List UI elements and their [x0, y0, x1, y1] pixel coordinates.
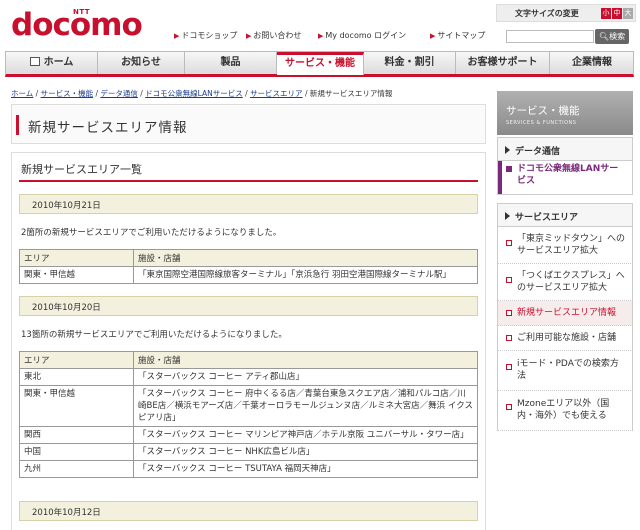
site-header: NTT docomo 文字サイズの変更 小 中 大 ▶ ドコモショップ ▶ お問い合…	[0, 0, 640, 50]
triangle-icon	[505, 146, 510, 154]
arrow-icon: ▶	[318, 32, 324, 40]
title-accent-bar	[16, 115, 19, 135]
table-row: 関東・甲信越 「スターバックス コーヒー 府中くるる店／青葉台東急スクエア店／浦…	[19, 385, 478, 427]
col-facility: 施設・店舗	[133, 249, 478, 267]
col-area: エリア	[19, 249, 134, 267]
sidebar-item-new-area[interactable]: 新規サービスエリア情報	[497, 301, 633, 326]
col-facility: 施設・店舗	[133, 351, 478, 369]
sidebar-item-imode-search[interactable]: iモード・PDAでの検索方法	[497, 351, 633, 391]
section-title: 新規サービスエリア一覧	[21, 163, 142, 176]
docomo-logo[interactable]: NTT docomo	[11, 8, 143, 42]
breadcrumb-area[interactable]: サービスエリア	[250, 89, 303, 98]
facility-cell: 「スターバックス コーヒー アティ郡山店」	[133, 368, 478, 386]
sidebar-subtitle: SERVICES & FUNCTIONS	[506, 120, 577, 126]
global-nav: ホーム お知らせ 製品 サービス・機能 料金・割引 お客様サポート 企業情報	[5, 51, 634, 77]
square-bullet-icon	[506, 310, 512, 316]
nav-pricing[interactable]: 料金・割引	[364, 52, 456, 74]
facility-cell: 「東京国際空港国際線旅客ターミナル」「京浜急行 羽田空港国際線ターミナル駅」	[133, 266, 478, 284]
date-heading: 2010年10月20日	[19, 296, 478, 316]
search-input[interactable]	[506, 30, 594, 43]
nav-corporate[interactable]: 企業情報	[550, 52, 634, 74]
area-cell: 関東・甲信越	[19, 266, 134, 284]
nav-services[interactable]: サービス・機能	[277, 52, 364, 75]
font-size-large-button[interactable]: 大	[623, 8, 633, 19]
link-docomo-shop[interactable]: ▶ ドコモショップ	[174, 30, 237, 41]
sidebar-item-tsukuba[interactable]: 「つくばエクスプレス」へのサービスエリア拡大	[497, 264, 633, 301]
breadcrumb-services[interactable]: サービス・機能	[41, 89, 94, 98]
table-row: 関東・甲信越 「東京国際空港国際線旅客ターミナル」「京浜急行 羽田空港国際線ター…	[19, 266, 478, 284]
sidebar-item-midtown[interactable]: 「東京ミッドタウン」へのサービスエリア拡大	[497, 227, 633, 264]
active-indicator	[498, 161, 502, 194]
breadcrumb-current: 新規サービスエリア情報	[309, 89, 393, 98]
area-cell: 東北	[19, 368, 134, 386]
breadcrumb-wifi[interactable]: ドコモ公衆無線LANサービス	[145, 89, 243, 98]
facility-cell: 「スターバックス コーヒー マリンピア神戸店／ホテル京阪 ユニバーサル・タワー店…	[133, 426, 478, 444]
sidebar-item-facilities[interactable]: ご利用可能な施設・店舗	[497, 326, 633, 351]
square-bullet-icon	[506, 277, 512, 283]
square-bullet-icon	[506, 166, 512, 172]
area-cell: 関西	[19, 426, 134, 444]
facility-cell: 「スターバックス コーヒー 府中くるる店／青葉台東急スクエア店／浦和パルコ店／川…	[133, 385, 478, 427]
square-bullet-icon	[506, 335, 512, 341]
logo-ntt: NTT	[73, 8, 91, 16]
breadcrumb: ホーム / サービス・機能 / データ通信 / ドコモ公衆無線LANサービス /…	[11, 89, 393, 98]
page-title-box: 新規サービスエリア情報	[11, 104, 486, 144]
search-icon: 🔍︎	[598, 32, 610, 41]
arrow-icon: ▶	[430, 32, 436, 40]
sidebar-item-mzone-outside[interactable]: Mzoneエリア以外（国内・海外）でも使える	[497, 391, 633, 431]
area-table: エリア 施設・店舗 関東・甲信越 「東京国際空港国際線旅客ターミナル」「京浜急行…	[19, 249, 478, 284]
link-sitemap[interactable]: ▶ サイトマップ	[430, 30, 485, 41]
date-heading: 2010年10月12日	[19, 501, 478, 521]
search-button[interactable]: 🔍︎検索	[595, 29, 629, 44]
square-bullet-icon	[506, 240, 512, 246]
nav-news[interactable]: お知らせ	[98, 52, 185, 74]
sidebar-header: サービス・機能 SERVICES & FUNCTIONS	[497, 91, 633, 135]
page-title: 新規サービスエリア情報	[28, 120, 188, 136]
nav-support[interactable]: お客様サポート	[456, 52, 550, 74]
date-heading: 2010年10月21日	[19, 194, 478, 214]
sidebar-cat-data[interactable]: データ通信	[497, 137, 633, 161]
sidebar-cat-area[interactable]: サービスエリア	[497, 203, 633, 227]
area-description: 2箇所の新規サービスエリアでご利用いただけるようになりました。	[21, 228, 282, 238]
table-row: 九州 「スターバックス コーヒー TSUTAYA 福岡天神店」	[19, 460, 478, 478]
link-contact[interactable]: ▶ お問い合わせ	[246, 30, 301, 41]
area-cell: 九州	[19, 460, 134, 478]
font-size-small-button[interactable]: 小	[601, 8, 611, 19]
font-size-switcher: 文字サイズの変更 小 中 大	[496, 4, 636, 22]
col-area: エリア	[19, 351, 134, 369]
arrow-icon: ▶	[174, 32, 180, 40]
font-size-label: 文字サイズの変更	[515, 9, 579, 18]
main-content: 新規サービスエリア一覧 2010年10月21日 2箇所の新規サービスエリアでご利…	[11, 152, 486, 530]
table-row: 東北 「スターバックス コーヒー アティ郡山店」	[19, 368, 478, 386]
breadcrumb-data[interactable]: データ通信	[100, 89, 138, 98]
square-bullet-icon	[506, 404, 512, 410]
square-bullet-icon	[506, 364, 512, 370]
table-header-row: エリア 施設・店舗	[19, 351, 478, 369]
arrow-icon: ▶	[246, 32, 252, 40]
table-row: 関西 「スターバックス コーヒー マリンピア神戸店／ホテル京阪 ユニバーサル・タ…	[19, 426, 478, 444]
font-size-medium-button[interactable]: 中	[612, 8, 622, 19]
sidebar-item-wifi-service[interactable]: ドコモ公衆無線LANサービス	[497, 161, 633, 195]
area-table: エリア 施設・店舗 東北 「スターバックス コーヒー アティ郡山店」 関東・甲信…	[19, 351, 478, 478]
area-cell: 関東・甲信越	[19, 385, 134, 427]
table-row: 中国 「スターバックス コーヒー NHK広島ビル店」	[19, 443, 478, 461]
area-description: 13箇所の新規サービスエリアでご利用いただけるようになりました。	[21, 330, 287, 340]
breadcrumb-home[interactable]: ホーム	[11, 89, 33, 98]
area-cell: 中国	[19, 443, 134, 461]
facility-cell: 「スターバックス コーヒー TSUTAYA 福岡天神店」	[133, 460, 478, 478]
table-header-row: エリア 施設・店舗	[19, 249, 478, 267]
section-divider	[19, 180, 478, 182]
nav-home[interactable]: ホーム	[6, 52, 98, 74]
nav-products[interactable]: 製品	[185, 52, 277, 74]
sidebar: サービス・機能 SERVICES & FUNCTIONS データ通信 ドコモ公衆…	[497, 91, 633, 530]
home-icon	[29, 57, 40, 66]
facility-cell: 「スターバックス コーヒー NHK広島ビル店」	[133, 443, 478, 461]
sidebar-title: サービス・機能	[506, 105, 580, 117]
link-my-docomo-login[interactable]: ▶ My docomo ログイン	[318, 30, 406, 41]
triangle-icon	[505, 212, 510, 220]
